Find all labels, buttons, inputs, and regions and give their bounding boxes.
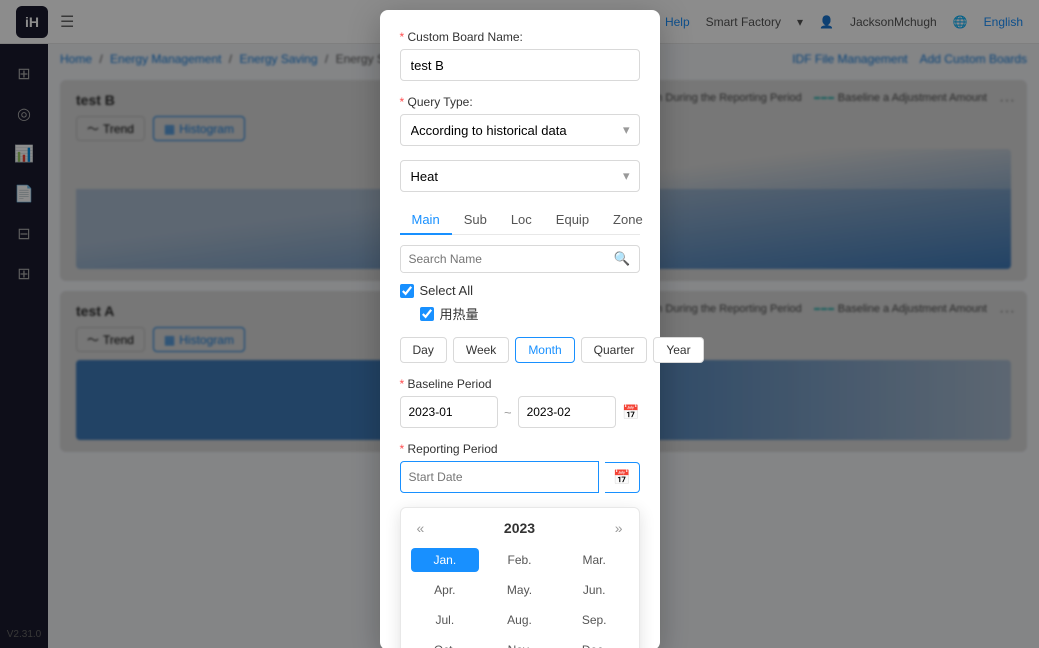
item-label: 用热量 [440, 304, 479, 323]
checkbox-group: Select All 用热量 [400, 283, 640, 323]
month-cell-apr[interactable]: Apr. [411, 578, 480, 602]
board-name-input[interactable] [400, 49, 640, 81]
filter-tabs: Main Sub Loc Equip Zone [400, 206, 640, 235]
board-name-label: * Custom Board Name: [400, 30, 640, 44]
month-cell-mar[interactable]: Mar. [560, 548, 629, 572]
reporting-start-input[interactable] [400, 461, 600, 493]
year-picker-header: « 2023 » [411, 518, 629, 538]
period-month[interactable]: Month [515, 337, 574, 363]
baseline-end-wrap [518, 396, 616, 428]
baseline-start-input[interactable] [400, 396, 498, 428]
search-row: 🔍 [400, 245, 640, 273]
period-year[interactable]: Year [653, 337, 703, 363]
item-checkbox-group: 用热量 [420, 304, 640, 323]
month-cell-nov[interactable]: Nov. [485, 638, 554, 648]
month-cell-dec[interactable]: Dec. [560, 638, 629, 648]
select-all-label: Select All [420, 283, 473, 298]
month-cell-jul[interactable]: Jul. [411, 608, 480, 632]
baseline-date-range: ~ 📅 [400, 396, 640, 428]
period-week[interactable]: Week [453, 337, 509, 363]
month-cell-oct[interactable]: Oct. [411, 638, 480, 648]
month-cell-aug[interactable]: Aug. [485, 608, 554, 632]
search-button[interactable]: 🔍 [606, 251, 639, 267]
month-grid: Jan.Feb.Mar. Apr.May.Jun. Jul.Aug.Sep. Oct.… [411, 548, 629, 648]
energy-type-group: Heat ▾ [400, 160, 640, 192]
modal-overlay: * Custom Board Name: * Query Type: Accor… [0, 0, 1039, 648]
query-type-select[interactable]: According to historical data [400, 114, 640, 146]
tab-main[interactable]: Main [400, 206, 452, 235]
query-type-group: * Query Type: According to historical da… [400, 95, 640, 146]
baseline-end-input[interactable] [518, 396, 616, 428]
baseline-period-label: * Baseline Period [400, 377, 640, 391]
board-name-group: * Custom Board Name: [400, 30, 640, 81]
year-next-btn[interactable]: » [609, 518, 629, 538]
select-all-checkbox[interactable] [400, 284, 414, 298]
month-cell-feb[interactable]: Feb. [485, 548, 554, 572]
year-month-picker: « 2023 » Jan.Feb.Mar. Apr.May.Jun. Jul.Aug… [400, 507, 640, 648]
modal-dialog: * Custom Board Name: * Query Type: Accor… [380, 10, 660, 648]
reporting-period-group: * Reporting Period 📅 [400, 442, 640, 493]
tab-sub[interactable]: Sub [452, 206, 499, 235]
month-cell-may[interactable]: May. [485, 578, 554, 602]
period-buttons: Day Week Month Quarter Year [400, 337, 640, 363]
query-type-label: * Query Type: [400, 95, 640, 109]
reporting-period-label: * Reporting Period [400, 442, 640, 456]
tab-loc[interactable]: Loc [499, 206, 544, 235]
year-prev-btn[interactable]: « [411, 518, 431, 538]
period-quarter[interactable]: Quarter [581, 337, 648, 363]
month-cell-jan[interactable]: Jan. [411, 548, 480, 572]
month-cell-jun[interactable]: Jun. [560, 578, 629, 602]
reporting-calendar-icon[interactable]: 📅 [605, 462, 639, 493]
item-checkbox[interactable] [420, 307, 434, 321]
year-label: 2023 [504, 520, 535, 536]
energy-type-select[interactable]: Heat [400, 160, 640, 192]
select-all-item: Select All [400, 283, 640, 298]
energy-type-select-wrap: Heat ▾ [400, 160, 640, 192]
req-mark: * [400, 30, 408, 44]
baseline-period-group: * Baseline Period ~ 📅 [400, 377, 640, 428]
calendar-icon[interactable]: 📅 [622, 404, 639, 421]
month-cell-sep[interactable]: Sep. [560, 608, 629, 632]
reporting-input-row: 📅 [400, 461, 640, 493]
query-type-select-wrap: According to historical data ▾ [400, 114, 640, 146]
period-day[interactable]: Day [400, 337, 447, 363]
baseline-start-wrap [400, 396, 498, 428]
search-input[interactable] [401, 246, 606, 272]
tab-zone[interactable]: Zone [601, 206, 655, 235]
date-separator: ~ [504, 405, 512, 420]
tab-equip[interactable]: Equip [544, 206, 601, 235]
